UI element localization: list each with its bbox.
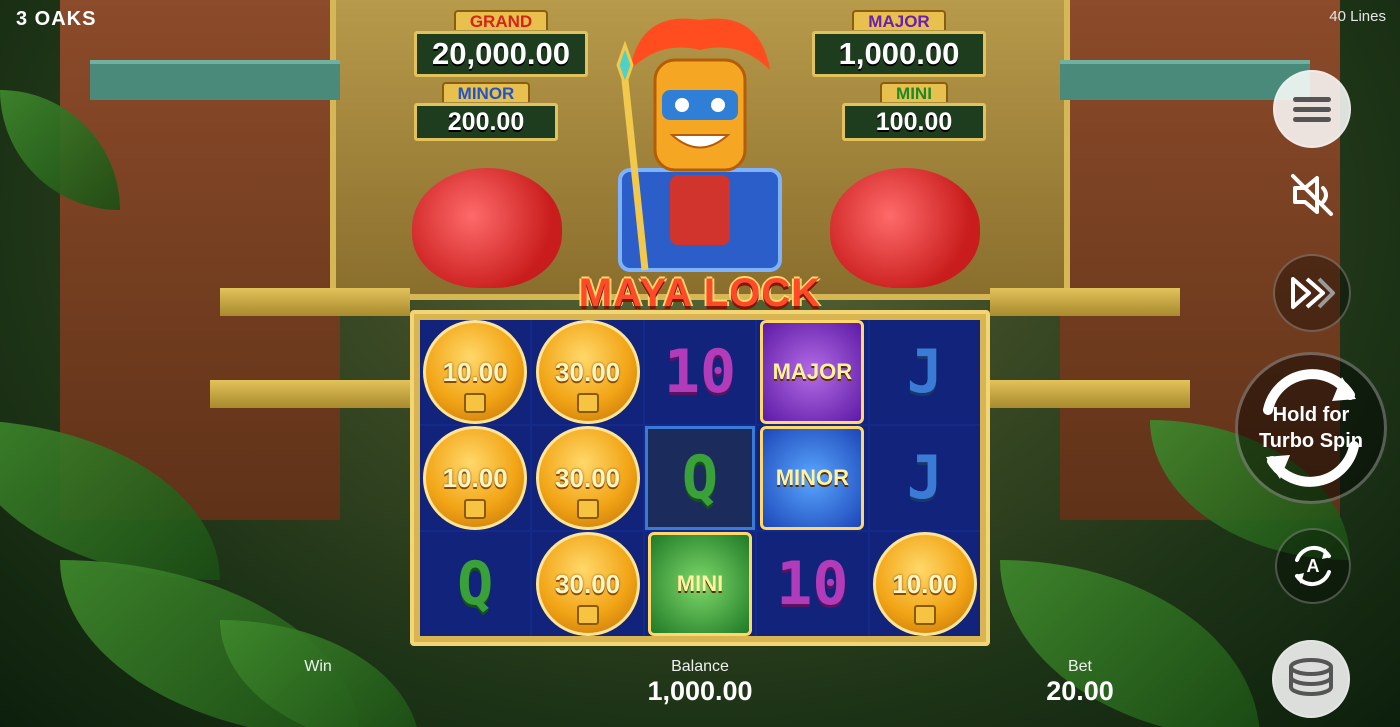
jackpot-minor-label: MINOR (441, 82, 531, 103)
coin-symbol: 30.00 (535, 426, 640, 530)
reel-board: 10.00 30.00 10 MAJOR J 10.00 30.00 Q MIN… (410, 310, 990, 646)
menu-button[interactable] (1273, 70, 1351, 148)
sound-toggle-button[interactable] (1285, 168, 1339, 222)
jackpot-minor: MINOR 200.00 (414, 82, 558, 141)
q-symbol: Q (457, 549, 494, 619)
provider-logo: 3 OAKS (16, 8, 97, 30)
coin-value: 30.00 (555, 356, 621, 387)
balance-label: Balance (671, 658, 729, 675)
turbo-button[interactable] (1273, 254, 1351, 332)
ten-symbol: 10 (663, 337, 737, 407)
major-symbol: MAJOR (760, 320, 865, 424)
jackpot-mini-label: MINI (880, 82, 948, 103)
reel-cell: 10.00 (420, 426, 531, 530)
piggy-bank-right (830, 168, 980, 288)
temple-step-left (220, 288, 410, 316)
coin-value: 30.00 (555, 462, 621, 493)
lock-icon (576, 393, 599, 413)
reel-cell: 10.00 (869, 532, 980, 636)
coin-symbol: 10.00 (423, 426, 528, 530)
balance-value: 1,000.00 (647, 676, 753, 706)
bet-value: 20.00 (1046, 676, 1114, 706)
reel-cell: 30.00 (532, 320, 643, 424)
reel-cell: MINI (644, 532, 756, 636)
menu-icon (1293, 92, 1331, 127)
reel-cell: J (869, 426, 980, 530)
j-symbol: J (906, 443, 943, 513)
coin-symbol: 30.00 (535, 532, 640, 636)
temple-band-left (90, 60, 340, 100)
jackpot-minor-value: 200.00 (414, 103, 558, 141)
minor-symbol: MINOR (760, 426, 865, 530)
jackpot-major: MAJOR 1,000.00 (812, 10, 986, 77)
j-symbol: J (906, 337, 943, 407)
spin-hint-line2: Turbo Spin (1258, 430, 1364, 452)
lock-icon (913, 605, 936, 625)
maya-mascot-illustration (600, 10, 800, 280)
coin-symbol: 10.00 (872, 532, 977, 636)
coin-value: 10.00 (442, 462, 508, 493)
bet-label: Bet (1067, 658, 1092, 675)
reel-cell: Q (420, 532, 531, 636)
reel-cell: J (869, 320, 980, 424)
coin-value: 10.00 (892, 568, 958, 599)
autoplay-button[interactable]: A (1275, 528, 1351, 604)
spin-button[interactable]: Hold for Turbo Spin (1235, 352, 1387, 504)
jackpot-grand-label: GRAND (453, 10, 549, 31)
q-symbol: Q (681, 443, 719, 513)
coin-value: 30.00 (555, 568, 621, 599)
reel-grid: 10.00 30.00 10 MAJOR J 10.00 30.00 Q MIN… (420, 320, 980, 636)
coins-stack-icon (1289, 658, 1333, 696)
lock-icon (576, 499, 599, 519)
turbo-icon (1291, 277, 1335, 309)
jackpot-grand: GRAND 20,000.00 (414, 10, 588, 77)
jackpot-major-label: MAJOR (852, 10, 946, 31)
jackpot-mini-value: 100.00 (842, 103, 986, 141)
reel-cell: MAJOR (757, 320, 868, 424)
jackpot-mini: MINI 100.00 (842, 82, 986, 141)
temple-step-right-2 (990, 380, 1190, 408)
reel-cell: 30.00 (532, 532, 643, 636)
mini-symbol: MINI (647, 532, 752, 636)
coin-symbol: 10.00 (423, 320, 528, 424)
jackpot-major-value: 1,000.00 (812, 31, 986, 77)
bet-settings-button[interactable] (1272, 640, 1350, 718)
win-label: Win (304, 658, 332, 675)
lock-icon (464, 499, 487, 519)
autoplay-label: A (1306, 555, 1320, 576)
lock-icon (464, 393, 487, 413)
reel-cell-highlighted: Q (644, 426, 756, 530)
coin-value: 10.00 (442, 356, 508, 387)
coin-symbol: 30.00 (535, 320, 640, 424)
spin-hint-line1: Hold for (1272, 404, 1350, 426)
temple-step-right (990, 288, 1180, 316)
piggy-bank-left (412, 168, 562, 288)
reel-cell: 10.00 (420, 320, 531, 424)
ten-symbol: 10 (776, 549, 849, 619)
reel-cell: 30.00 (532, 426, 643, 530)
reel-cell: MINOR (757, 426, 868, 530)
lines-count: 40 Lines (1329, 8, 1386, 25)
temple-step-left-2 (210, 380, 410, 408)
sound-muted-icon (1291, 174, 1333, 216)
reel-cell: 10 (644, 320, 756, 424)
temple-band-right (1060, 60, 1310, 100)
lock-icon (576, 605, 599, 625)
reel-cell: 10 (757, 532, 868, 636)
jackpot-grand-value: 20,000.00 (414, 31, 588, 77)
